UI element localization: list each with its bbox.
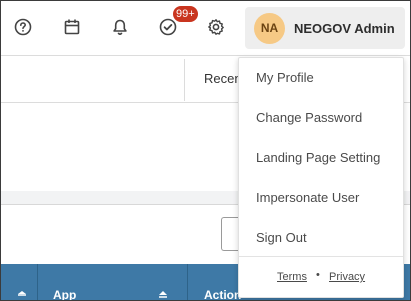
column-header-app[interactable]: App: [53, 288, 76, 300]
help-icon[interactable]: [13, 17, 33, 37]
table-column-separator: [37, 264, 38, 300]
top-header: 99+ NA NEOGOV Admin: [1, 1, 410, 55]
footer-separator: •: [316, 269, 320, 281]
menu-item-my-profile[interactable]: My Profile: [256, 70, 314, 85]
avatar: NA: [254, 12, 285, 44]
recent-tab[interactable]: Recen: [204, 71, 242, 86]
bell-icon[interactable]: [110, 17, 130, 37]
terms-link[interactable]: Terms: [277, 271, 307, 283]
column-header-action[interactable]: Action: [204, 288, 241, 300]
user-name: NEOGOV Admin: [294, 20, 395, 36]
privacy-link[interactable]: Privacy: [329, 271, 365, 283]
app-frame: 99+ NA NEOGOV Admin Recen App Action My …: [0, 0, 411, 301]
menu-item-impersonate-user[interactable]: Impersonate User: [256, 190, 359, 205]
sort-icon[interactable]: [17, 291, 27, 299]
table-column-separator: [187, 264, 188, 300]
user-profile-button[interactable]: NA NEOGOV Admin: [245, 7, 405, 49]
menu-item-landing-page-setting[interactable]: Landing Page Setting: [256, 150, 380, 165]
menu-divider: [239, 256, 403, 257]
user-menu-dropdown: My Profile Change Password Landing Page …: [238, 57, 404, 298]
gear-icon[interactable]: [206, 17, 226, 37]
tasks-count-badge: 99+: [173, 6, 198, 22]
sort-icon[interactable]: [158, 291, 168, 299]
menu-item-change-password[interactable]: Change Password: [256, 110, 362, 125]
calendar-icon[interactable]: [62, 17, 82, 37]
sub-header-separator: [184, 59, 185, 101]
menu-item-sign-out[interactable]: Sign Out: [256, 230, 307, 245]
